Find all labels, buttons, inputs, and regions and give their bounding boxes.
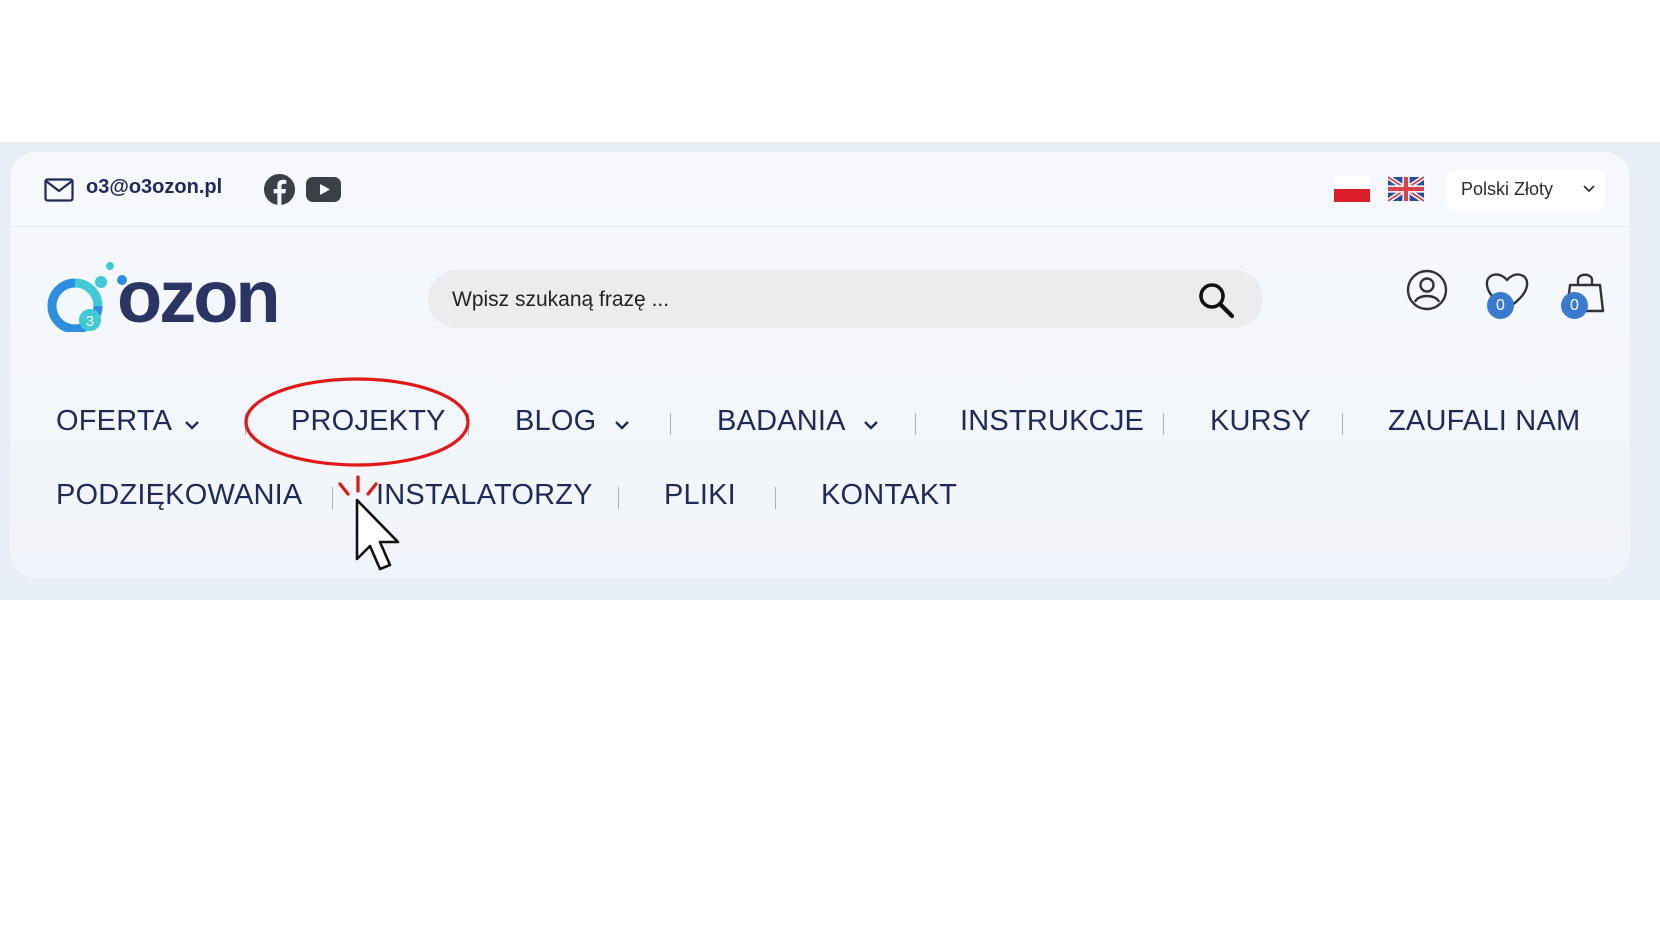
nav-separator (332, 487, 333, 509)
nav-separator (915, 413, 916, 435)
site-logo[interactable]: 3 ozon (40, 256, 310, 332)
chevron-down-icon[interactable] (613, 419, 631, 431)
nav-item-pliki[interactable]: PLIKI (664, 479, 736, 512)
chevron-down-icon (1583, 185, 1595, 193)
nav-item-zaufali-nam[interactable]: ZAUFALI NAM (1388, 405, 1580, 438)
nav-item-kontakt[interactable]: KONTAKT (821, 479, 957, 512)
youtube-icon[interactable] (306, 176, 341, 203)
nav-item-instalatorzy[interactable]: INSTALATORZY (376, 479, 593, 512)
nav-item-badania[interactable]: BADANIA (717, 405, 846, 438)
nav-item-kursy[interactable]: KURSY (1210, 405, 1311, 438)
search-bar[interactable] (428, 270, 1263, 330)
user-account-icon[interactable] (1406, 269, 1448, 311)
currency-select-value: Polski Złoty (1461, 179, 1554, 199)
chevron-down-icon[interactable] (183, 419, 201, 431)
site-header: o3@o3ozon.pl Polski Złoty 3 ozon Wpisz s… (10, 152, 1630, 578)
nav-separator (1342, 413, 1343, 435)
nav-item-blog[interactable]: BLOG (515, 405, 596, 438)
nav-separator (1163, 413, 1164, 435)
logo-text: ozon (117, 256, 278, 332)
chevron-down-icon[interactable] (862, 419, 880, 431)
uk-flag-icon[interactable] (1388, 176, 1424, 202)
facebook-icon[interactable] (263, 173, 296, 206)
nav-item-podziekowania[interactable]: PODZIĘKOWANIA (56, 479, 302, 512)
logo-badge: 3 (86, 313, 94, 330)
nav-separator (670, 413, 671, 435)
nav-item-oferta[interactable]: OFERTA (56, 405, 172, 438)
polish-flag-icon[interactable] (1334, 176, 1370, 202)
nav-separator (245, 413, 246, 435)
search-icon[interactable] (1197, 281, 1235, 319)
nav-separator (468, 413, 469, 435)
nav-separator (618, 487, 619, 509)
search-input[interactable] (450, 270, 1174, 330)
cart-count-badge: 0 (1561, 292, 1588, 319)
nav-item-projekty[interactable]: PROJEKTY (291, 405, 446, 438)
logo-bubble-icon (95, 276, 107, 288)
email-link[interactable]: o3@o3ozon.pl (86, 176, 222, 199)
nav-separator (775, 487, 776, 509)
nav-item-instrukcje[interactable]: INSTRUKCJE (960, 405, 1144, 438)
wishlist-count-badge: 0 (1487, 292, 1514, 319)
logo-bubble-icon (106, 262, 114, 270)
currency-select[interactable]: Polski Złoty (1447, 170, 1605, 210)
top-bar: o3@o3ozon.pl Polski Złoty (10, 152, 1630, 227)
mail-icon (44, 178, 74, 202)
